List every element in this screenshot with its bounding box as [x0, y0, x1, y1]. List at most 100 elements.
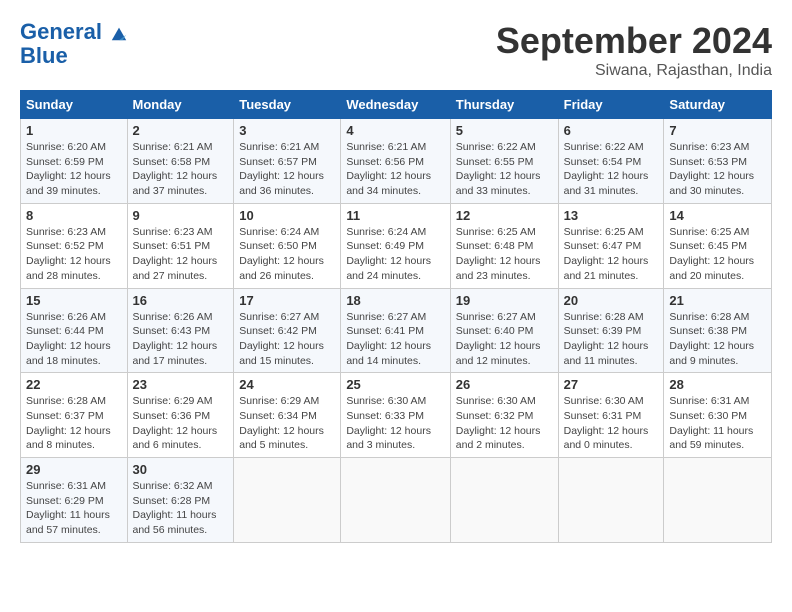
- calendar-cell: 11Sunrise: 6:24 AM Sunset: 6:49 PM Dayli…: [341, 203, 450, 288]
- calendar-cell: 17Sunrise: 6:27 AM Sunset: 6:42 PM Dayli…: [234, 288, 341, 373]
- day-number: 26: [456, 377, 553, 392]
- day-info: Sunrise: 6:27 AM Sunset: 6:41 PM Dayligh…: [346, 310, 444, 369]
- day-info: Sunrise: 6:29 AM Sunset: 6:36 PM Dayligh…: [133, 394, 229, 453]
- calendar-cell: 4Sunrise: 6:21 AM Sunset: 6:56 PM Daylig…: [341, 119, 450, 204]
- day-number: 5: [456, 123, 553, 138]
- calendar-cell: 16 Sunrise: 6:26 AM Sunset: 6:43 PM Dayli…: [127, 288, 234, 373]
- day-number: 4: [346, 123, 444, 138]
- calendar-cell: [234, 458, 341, 543]
- calendar-cell: 13 Sunrise: 6:25 AM Sunset: 6:47 PM Dayli…: [558, 203, 664, 288]
- day-number: 28: [669, 377, 766, 392]
- day-number: 22: [26, 377, 122, 392]
- day-number: 25: [346, 377, 444, 392]
- day-number: 17: [239, 293, 335, 308]
- day-number: 19: [456, 293, 553, 308]
- column-header-monday: Monday: [127, 91, 234, 119]
- calendar-cell: 21 Sunrise: 6:28 AM Sunset: 6:38 PM Dayli…: [664, 288, 772, 373]
- column-header-tuesday: Tuesday: [234, 91, 341, 119]
- day-info: Sunrise: 6:28 AM Sunset: 6:38 PM Dayligh…: [669, 310, 766, 369]
- day-info: Sunrise: 6:26 AM Sunset: 6:43 PM Dayligh…: [133, 310, 229, 369]
- column-header-wednesday: Wednesday: [341, 91, 450, 119]
- day-info: Sunrise: 6:23 AM Sunset: 6:53 PM Dayligh…: [669, 140, 766, 199]
- day-number: 21: [669, 293, 766, 308]
- day-info: Sunrise: 6:30 AM Sunset: 6:33 PM Dayligh…: [346, 394, 444, 453]
- calendar-cell: 12 Sunrise: 6:25 AM Sunset: 6:48 PM Dayli…: [450, 203, 558, 288]
- day-info: Sunrise: 6:21 AM Sunset: 6:57 PM Dayligh…: [239, 140, 335, 199]
- day-info: Sunrise: 6:25 AM Sunset: 6:47 PM Dayligh…: [564, 225, 659, 284]
- logo-text: General: [20, 20, 128, 44]
- day-info: Sunrise: 6:30 AM Sunset: 6:32 PM Dayligh…: [456, 394, 553, 453]
- day-info: Sunrise: 6:21 AM Sunset: 6:58 PM Dayligh…: [133, 140, 229, 199]
- calendar-week-row: 1 Sunrise: 6:20 AM Sunset: 6:59 PM Daylig…: [21, 119, 772, 204]
- calendar-cell: 14 Sunrise: 6:25 AM Sunset: 6:45 PM Dayli…: [664, 203, 772, 288]
- calendar-cell: [664, 458, 772, 543]
- day-number: 3: [239, 123, 335, 138]
- calendar-week-row: 15Sunrise: 6:26 AM Sunset: 6:44 PM Dayli…: [21, 288, 772, 373]
- day-info: Sunrise: 6:22 AM Sunset: 6:55 PM Dayligh…: [456, 140, 553, 199]
- calendar-cell: 18 Sunrise: 6:27 AM Sunset: 6:41 PM Dayli…: [341, 288, 450, 373]
- column-header-friday: Friday: [558, 91, 664, 119]
- calendar-cell: 15Sunrise: 6:26 AM Sunset: 6:44 PM Dayli…: [21, 288, 128, 373]
- calendar-cell: 22 Sunrise: 6:28 AM Sunset: 6:37 PM Dayli…: [21, 373, 128, 458]
- calendar-cell: 19 Sunrise: 6:27 AM Sunset: 6:40 PM Dayli…: [450, 288, 558, 373]
- calendar-cell: [450, 458, 558, 543]
- day-number: 24: [239, 377, 335, 392]
- calendar-cell: 20 Sunrise: 6:28 AM Sunset: 6:39 PM Dayli…: [558, 288, 664, 373]
- day-number: 9: [133, 208, 229, 223]
- calendar-cell: 24Sunrise: 6:29 AM Sunset: 6:34 PM Dayli…: [234, 373, 341, 458]
- day-number: 10: [239, 208, 335, 223]
- calendar-cell: 9Sunrise: 6:23 AM Sunset: 6:51 PM Daylig…: [127, 203, 234, 288]
- location-subtitle: Siwana, Rajasthan, India: [496, 62, 772, 80]
- day-number: 1: [26, 123, 122, 138]
- day-info: Sunrise: 6:22 AM Sunset: 6:54 PM Dayligh…: [564, 140, 659, 199]
- day-number: 11: [346, 208, 444, 223]
- day-number: 15: [26, 293, 122, 308]
- column-header-thursday: Thursday: [450, 91, 558, 119]
- day-number: 16: [133, 293, 229, 308]
- calendar-cell: 26 Sunrise: 6:30 AM Sunset: 6:32 PM Dayli…: [450, 373, 558, 458]
- logo-line2: Blue: [20, 44, 128, 68]
- calendar-cell: 5 Sunrise: 6:22 AM Sunset: 6:55 PM Daylig…: [450, 119, 558, 204]
- logo: General Blue: [20, 20, 128, 68]
- day-info: Sunrise: 6:25 AM Sunset: 6:48 PM Dayligh…: [456, 225, 553, 284]
- calendar-cell: 29 Sunrise: 6:31 AM Sunset: 6:29 PM Dayli…: [21, 458, 128, 543]
- day-info: Sunrise: 6:31 AM Sunset: 6:29 PM Dayligh…: [26, 479, 122, 538]
- calendar-week-row: 8 Sunrise: 6:23 AM Sunset: 6:52 PM Daylig…: [21, 203, 772, 288]
- day-number: 7: [669, 123, 766, 138]
- day-number: 6: [564, 123, 659, 138]
- day-number: 18: [346, 293, 444, 308]
- calendar-cell: 6 Sunrise: 6:22 AM Sunset: 6:54 PM Daylig…: [558, 119, 664, 204]
- calendar-cell: 23 Sunrise: 6:29 AM Sunset: 6:36 PM Dayli…: [127, 373, 234, 458]
- column-header-sunday: Sunday: [21, 91, 128, 119]
- day-number: 12: [456, 208, 553, 223]
- calendar-header-row: SundayMondayTuesdayWednesdayThursdayFrid…: [21, 91, 772, 119]
- day-number: 20: [564, 293, 659, 308]
- day-info: Sunrise: 6:23 AM Sunset: 6:52 PM Dayligh…: [26, 225, 122, 284]
- day-number: 23: [133, 377, 229, 392]
- day-number: 27: [564, 377, 659, 392]
- day-info: Sunrise: 6:28 AM Sunset: 6:37 PM Dayligh…: [26, 394, 122, 453]
- calendar-cell: 8 Sunrise: 6:23 AM Sunset: 6:52 PM Daylig…: [21, 203, 128, 288]
- calendar-cell: 2Sunrise: 6:21 AM Sunset: 6:58 PM Daylig…: [127, 119, 234, 204]
- day-info: Sunrise: 6:27 AM Sunset: 6:40 PM Dayligh…: [456, 310, 553, 369]
- calendar-table: SundayMondayTuesdayWednesdayThursdayFrid…: [20, 90, 772, 543]
- day-number: 30: [133, 462, 229, 477]
- calendar-cell: 30 Sunrise: 6:32 AM Sunset: 6:28 PM Dayli…: [127, 458, 234, 543]
- day-number: 13: [564, 208, 659, 223]
- column-header-saturday: Saturday: [664, 91, 772, 119]
- day-info: Sunrise: 6:30 AM Sunset: 6:31 PM Dayligh…: [564, 394, 659, 453]
- day-number: 8: [26, 208, 122, 223]
- day-number: 14: [669, 208, 766, 223]
- day-info: Sunrise: 6:20 AM Sunset: 6:59 PM Dayligh…: [26, 140, 122, 199]
- day-info: Sunrise: 6:25 AM Sunset: 6:45 PM Dayligh…: [669, 225, 766, 284]
- calendar-cell: 7 Sunrise: 6:23 AM Sunset: 6:53 PM Daylig…: [664, 119, 772, 204]
- calendar-cell: [558, 458, 664, 543]
- day-info: Sunrise: 6:24 AM Sunset: 6:50 PM Dayligh…: [239, 225, 335, 284]
- day-info: Sunrise: 6:31 AM Sunset: 6:30 PM Dayligh…: [669, 394, 766, 453]
- day-info: Sunrise: 6:32 AM Sunset: 6:28 PM Dayligh…: [133, 479, 229, 538]
- day-info: Sunrise: 6:28 AM Sunset: 6:39 PM Dayligh…: [564, 310, 659, 369]
- page-header: General Blue September 2024 Siwana, Raja…: [20, 20, 772, 80]
- calendar-week-row: 22 Sunrise: 6:28 AM Sunset: 6:37 PM Dayli…: [21, 373, 772, 458]
- calendar-cell: 10 Sunrise: 6:24 AM Sunset: 6:50 PM Dayli…: [234, 203, 341, 288]
- day-number: 29: [26, 462, 122, 477]
